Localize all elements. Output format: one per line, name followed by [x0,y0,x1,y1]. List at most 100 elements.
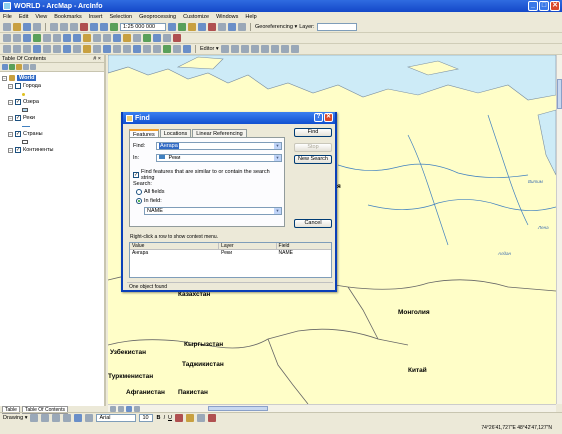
font-size-select[interactable]: 10 [139,414,154,422]
dataframe-label[interactable]: World [17,75,37,81]
tool-icon[interactable] [43,45,51,53]
select-elements-icon[interactable] [103,34,111,42]
collapse-icon[interactable]: − [8,83,13,89]
close-button[interactable]: ✕ [550,1,560,11]
in-field-radio[interactable] [136,198,142,204]
zoom-to-selected-icon[interactable] [52,414,61,422]
chevron-down-icon[interactable]: ▼ [274,155,281,161]
select-elements-icon[interactable] [30,414,39,422]
in-field-option[interactable]: In field: [136,198,162,204]
create-viewer-icon[interactable] [173,34,181,42]
layer-visibility-checkbox[interactable]: ✓ [15,99,21,105]
tool-icon[interactable] [33,45,41,53]
list-by-drawing-order-icon[interactable] [2,64,8,70]
map-horizontal-scrollbar[interactable] [108,404,556,412]
edit-tool-icon[interactable] [250,45,259,53]
layer-label[interactable]: Озера [23,99,39,105]
tool-icon[interactable] [173,45,181,53]
marker-color-icon[interactable] [207,414,216,422]
collapse-icon[interactable]: − [8,99,13,105]
layer-visibility-checkbox[interactable] [15,83,21,89]
italic-button[interactable]: I [163,415,165,421]
minimize-button[interactable]: _ [528,1,538,11]
select-features-icon[interactable] [83,34,91,42]
zoom-in-icon[interactable] [3,34,11,42]
new-search-button[interactable]: New Search [294,155,332,164]
catalog-icon[interactable] [188,23,196,31]
add-data-icon[interactable] [110,23,118,31]
menu-insert[interactable]: Insert [89,14,103,20]
find-input[interactable]: Ангара ▼ [156,142,282,150]
layer-item[interactable]: − Города [2,82,102,90]
table-of-contents-icon[interactable] [178,23,186,31]
pause-drawing-icon[interactable] [134,405,140,412]
layer-combo[interactable] [316,23,357,31]
full-extent-icon[interactable] [33,34,41,42]
find-icon[interactable] [123,34,131,42]
data-view-icon[interactable] [118,405,124,412]
text-icon[interactable] [74,414,83,422]
clear-selection-icon[interactable] [93,34,101,42]
redo-icon[interactable] [100,23,108,31]
tool-icon[interactable] [153,45,161,53]
tool-icon[interactable] [63,45,71,53]
save-icon[interactable] [23,23,31,31]
layout-view-icon[interactable] [110,405,116,412]
identify-icon[interactable] [113,34,121,42]
forward-icon[interactable] [73,34,81,42]
table-row[interactable]: Ангара Реки NAME [130,250,331,257]
dialog-close-button[interactable]: ✕ [324,113,333,122]
tool-icon[interactable] [133,45,141,53]
menu-windows[interactable]: Windows [216,14,238,20]
open-icon[interactable] [13,23,21,31]
options-icon[interactable] [30,64,36,70]
tool-icon[interactable] [93,45,101,53]
menu-customize[interactable]: Customize [183,14,209,20]
model-builder-icon[interactable] [228,23,236,31]
html-popup-icon[interactable] [153,34,161,42]
arctoolbox-icon[interactable] [208,23,216,31]
tool-icon[interactable] [3,45,11,53]
paste-icon[interactable] [70,23,78,31]
collapse-icon[interactable]: − [8,147,13,153]
dataframe-world[interactable]: − World [2,74,102,82]
font-select[interactable]: Arial [96,414,137,422]
collapse-icon[interactable]: − [8,131,13,137]
edit-tool-icon[interactable] [290,45,299,53]
copy-icon[interactable] [60,23,68,31]
layer-item[interactable]: − ✓ Страны [2,130,102,138]
column-header[interactable]: Value [130,243,220,249]
stop-button[interactable]: Stop [294,143,332,152]
all-fields-radio[interactable] [136,189,142,195]
hyperlink-icon[interactable] [143,34,151,42]
map-scale-input[interactable]: 1:25 000 000 [120,23,166,31]
dialog-title-bar[interactable]: Find ? ✕ [123,112,335,124]
edit-tool-icon[interactable] [220,45,229,53]
menu-geoprocessing[interactable]: Geoprocessing [139,14,176,20]
cut-icon[interactable] [50,23,58,31]
rectangle-icon[interactable] [63,414,72,422]
layer-visibility-checkbox[interactable]: ✓ [15,131,21,137]
table-cell[interactable]: Ангара [130,250,219,257]
editor-toolbar-icon[interactable] [168,23,176,31]
cancel-button[interactable]: Cancel [294,219,332,228]
menu-bookmarks[interactable]: Bookmarks [54,14,82,20]
refresh-icon[interactable] [126,405,132,412]
edit-tool-icon[interactable] [230,45,239,53]
back-icon[interactable] [63,34,71,42]
list-by-visibility-icon[interactable] [16,64,22,70]
help-icon[interactable] [238,23,246,31]
layer-select[interactable]: Реки ▼ [156,154,282,162]
scroll-thumb[interactable] [208,406,268,411]
table-cell[interactable]: NAME [277,250,331,257]
similar-option[interactable]: ✓ Find features that are similar to or c… [133,169,284,181]
menu-help[interactable]: Help [245,14,256,20]
field-select[interactable]: NAME ▼ [144,207,282,215]
layer-label[interactable]: Реки [23,115,35,121]
fixed-zoom-in-icon[interactable] [43,34,51,42]
layer-item[interactable]: − ✓ Реки [2,114,102,122]
fixed-zoom-out-icon[interactable] [53,34,61,42]
tool-icon[interactable] [113,45,121,53]
scroll-thumb[interactable] [557,79,562,109]
time-slider-icon[interactable] [163,34,171,42]
